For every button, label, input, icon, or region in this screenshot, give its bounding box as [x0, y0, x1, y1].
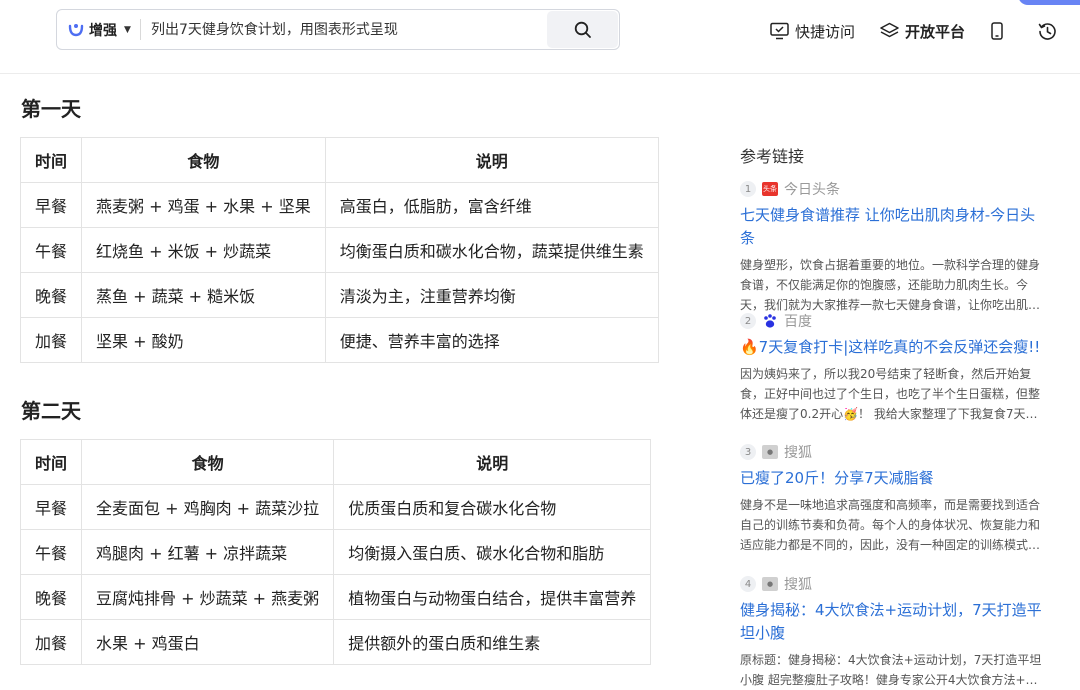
meal-time: 早餐 [19, 484, 83, 530]
reference-source: 4 ● 搜狐 [740, 574, 1046, 594]
column-header: 说明 [324, 137, 659, 183]
search-box: 增强 ▼ [56, 9, 620, 51]
table-row: 午餐 红烧鱼 + 米饭 + 炒蔬菜 均衡蛋白质和碳水化合物，蔬菜提供维生素 [19, 227, 659, 273]
meal-note: 植物蛋白与动物蛋白结合，提供丰富营养 [333, 574, 652, 620]
top-bar: 增强 ▼ 快捷访问 开放平台 [0, 0, 1080, 74]
column-header: 时间 [19, 439, 83, 485]
meal-time: 早餐 [19, 182, 83, 228]
table-row: 早餐 燕麦粥 + 鸡蛋 + 水果 + 坚果 高蛋白，低脂肪，富含纤维 [19, 182, 659, 228]
search-button[interactable] [547, 11, 618, 48]
meal-table: 时间 食物 说明 早餐 燕麦粥 + 鸡蛋 + 水果 + 坚果 高蛋白，低脂肪，富… [19, 137, 659, 363]
reference-link[interactable]: 七天健身食谱推荐 让你吃出肌肉身材-今日头条 [740, 204, 1046, 250]
mobile-phone-icon [991, 22, 1003, 40]
meal-food: 鸡腿肉 + 红薯 + 凉拌蔬菜 [81, 529, 335, 575]
meal-time: 午餐 [19, 529, 83, 575]
meal-table: 时间 食物 说明 早餐 全麦面包 + 鸡胸肉 + 蔬菜沙拉 优质蛋白质和复合碳水… [19, 439, 652, 665]
reference-item: 4 ● 搜狐 健身揭秘：4大饮食法+运动计划，7天打造平坦小腹 原标题：健身揭秘… [740, 574, 1046, 690]
meal-note: 优质蛋白质和复合碳水化合物 [333, 484, 652, 530]
column-header: 时间 [19, 137, 83, 183]
reference-snippet: 原标题：健身揭秘：4大饮食法+运动计划，7天打造平坦小腹 超完整瘦肚子攻略！健身… [740, 653, 1042, 687]
meal-note: 便捷、营养丰富的选择 [324, 317, 659, 363]
mode-dropdown[interactable]: 增强 ▼ [67, 10, 131, 49]
reference-item: 1 头条 今日头条 七天健身食谱推荐 让你吃出肌肉身材-今日头条 健身塑形，饮食… [740, 179, 1046, 315]
mobile-button[interactable] [990, 14, 1004, 48]
reference-source: 3 ● 搜狐 [740, 442, 1046, 462]
day-title: 第一天 [21, 97, 81, 121]
reference-index: 1 [740, 181, 756, 197]
mode-label: 增强 [89, 22, 117, 39]
table-row: 晚餐 蒸鱼 + 蔬菜 + 糙米饭 清淡为主，注重营养均衡 [19, 272, 659, 318]
quick-access-link[interactable]: 快捷访问 [770, 14, 855, 48]
search-icon [574, 21, 591, 38]
meal-food: 坚果 + 酸奶 [81, 317, 326, 363]
table-row: 午餐 鸡腿肉 + 红薯 + 凉拌蔬菜 均衡摄入蛋白质、碳水化合物和脂肪 [19, 529, 652, 575]
reference-link[interactable]: 已瘦了20斤！分享7天减脂餐 [740, 467, 1046, 490]
search-input[interactable] [149, 10, 543, 51]
meal-food: 豆腐炖排骨 + 炒蔬菜 + 燕麦粥 [81, 574, 335, 620]
sohu-icon: ● [762, 445, 778, 459]
divider [140, 19, 141, 40]
meal-food: 水果 + 鸡蛋白 [81, 619, 335, 665]
meal-note: 均衡摄入蛋白质、碳水化合物和脂肪 [333, 529, 652, 575]
meal-note: 均衡蛋白质和碳水化合物，蔬菜提供维生素 [324, 227, 659, 273]
references-title: 参考链接 [740, 147, 805, 166]
corner-accent [1018, 0, 1080, 5]
layers-icon [880, 22, 899, 38]
column-header: 食物 [81, 137, 326, 183]
ai-paw-icon [68, 23, 84, 36]
toutiao-icon: 头条 [762, 182, 778, 196]
source-name: 搜狐 [784, 577, 812, 593]
meal-time: 午餐 [19, 227, 83, 273]
meal-note: 清淡为主，注重营养均衡 [324, 272, 659, 318]
baidu-paw-icon [764, 314, 776, 328]
reference-snippet: 健身不是一味地追求高强度和高频率，而是需要找到适合自己的训练节奏和负荷。每个人的… [740, 498, 1041, 552]
meal-time: 晚餐 [19, 272, 83, 318]
sohu-icon: ● [762, 577, 778, 591]
source-name: 百度 [784, 314, 812, 330]
meal-time: 加餐 [19, 619, 83, 665]
table-header-row: 时间 食物 说明 [19, 137, 659, 183]
quick-access-label: 快捷访问 [795, 22, 856, 41]
day-title: 第二天 [21, 399, 81, 423]
table-header-row: 时间 食物 说明 [19, 439, 652, 485]
table-row: 早餐 全麦面包 + 鸡胸肉 + 蔬菜沙拉 优质蛋白质和复合碳水化合物 [19, 484, 652, 530]
meal-time: 加餐 [19, 317, 83, 363]
reference-source: 1 头条 今日头条 [740, 179, 1046, 199]
caret-down-icon: ▼ [124, 24, 131, 35]
reference-item: 3 ● 搜狐 已瘦了20斤！分享7天减脂餐 健身不是一味地追求高强度和高频率，而… [740, 442, 1046, 555]
reference-link[interactable]: 🔥7天复食打卡|这样吃真的不会反弹还会瘦!! [740, 336, 1046, 359]
history-button[interactable] [1038, 14, 1057, 48]
history-clock-icon [1038, 22, 1056, 40]
meal-food: 燕麦粥 + 鸡蛋 + 水果 + 坚果 [81, 182, 326, 228]
reference-source: 2 百度 [740, 311, 1046, 331]
reference-index: 2 [740, 313, 756, 329]
open-platform-label: 开放平台 [905, 22, 966, 41]
reference-snippet: 健身塑形，饮食占据着重要的地位。一款科学合理的健身食谱，不仅能满足你的饱腹感，还… [740, 258, 1041, 312]
reference-index: 3 [740, 444, 756, 460]
meal-note: 高蛋白，低脂肪，富含纤维 [324, 182, 659, 228]
source-name: 搜狐 [784, 445, 812, 461]
table-row: 加餐 水果 + 鸡蛋白 提供额外的蛋白质和维生素 [19, 619, 652, 665]
meal-food: 蒸鱼 + 蔬菜 + 糙米饭 [81, 272, 326, 318]
meal-food: 全麦面包 + 鸡胸肉 + 蔬菜沙拉 [81, 484, 335, 530]
column-header: 说明 [333, 439, 652, 485]
source-name: 今日头条 [784, 182, 840, 198]
meal-food: 红烧鱼 + 米饭 + 炒蔬菜 [81, 227, 326, 273]
open-platform-link[interactable]: 开放平台 [880, 14, 965, 48]
reference-item: 2 百度 🔥7天复食打卡|这样吃真的不会反弹还会瘦!! 因为姨妈来了，所以我20… [740, 311, 1046, 424]
table-row: 晚餐 豆腐炖排骨 + 炒蔬菜 + 燕麦粥 植物蛋白与动物蛋白结合，提供丰富营养 [19, 574, 652, 620]
reference-link[interactable]: 健身揭秘：4大饮食法+运动计划，7天打造平坦小腹 [740, 599, 1046, 645]
column-header: 食物 [81, 439, 335, 485]
monitor-check-icon [770, 22, 789, 40]
reference-snippet: 因为姨妈来了，所以我20号结束了轻断食，然后开始复食，正好中间也过了个生日，也吃… [740, 367, 1041, 421]
table-row: 加餐 坚果 + 酸奶 便捷、营养丰富的选择 [19, 317, 659, 363]
meal-note: 提供额外的蛋白质和维生素 [333, 619, 652, 665]
meal-time: 晚餐 [19, 574, 83, 620]
reference-index: 4 [740, 576, 756, 592]
